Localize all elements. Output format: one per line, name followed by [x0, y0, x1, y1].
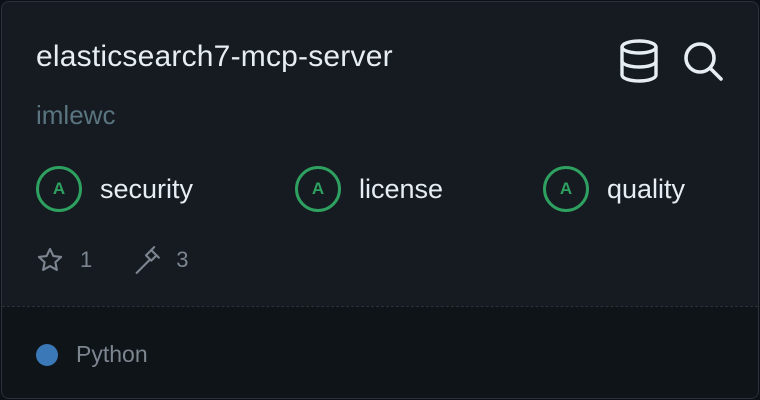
quality-score: A quality — [543, 166, 685, 212]
database-button[interactable] — [616, 38, 662, 84]
quality-label: quality — [607, 173, 686, 204]
license-grade-badge: A — [295, 166, 341, 212]
license-score: A license — [295, 166, 443, 212]
security-label: security — [100, 173, 194, 204]
database-icon — [620, 39, 658, 83]
stars-count: 1 — [80, 247, 93, 272]
license-label: license — [359, 173, 444, 204]
star-icon — [37, 247, 63, 271]
quality-grade-badge: A — [543, 166, 589, 212]
repo-owner[interactable]: imlewc — [36, 100, 115, 131]
search-button[interactable] — [680, 38, 726, 84]
stars-stat: 1 — [36, 246, 92, 274]
tools-count: 3 — [176, 247, 189, 272]
language-name: Python — [76, 341, 148, 367]
security-grade-badge: A — [36, 166, 82, 212]
language-color-dot — [36, 344, 58, 366]
card-footer: Python — [2, 306, 758, 398]
repo-title[interactable]: elasticsearch7-mcp-server — [36, 40, 393, 74]
repo-stats: 1 3 — [36, 244, 189, 276]
tools-stat: 3 — [132, 246, 189, 274]
repo-card[interactable]: elasticsearch7-mcp-server imlewc A secur… — [1, 1, 759, 399]
hammer-icon — [135, 246, 161, 274]
search-icon — [684, 42, 723, 81]
security-score: A security — [36, 166, 193, 212]
